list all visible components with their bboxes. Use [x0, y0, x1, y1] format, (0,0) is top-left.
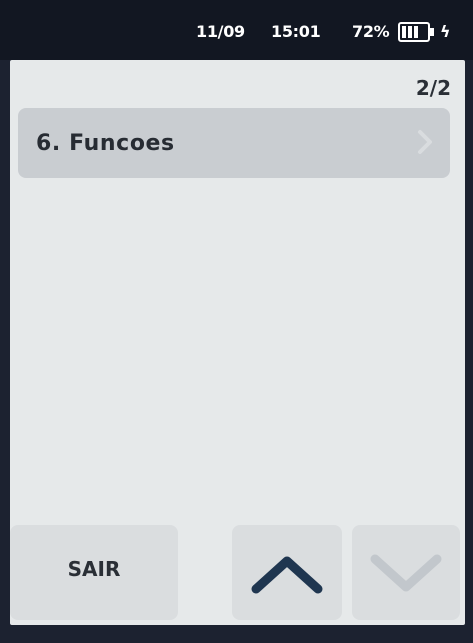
chevron-right-icon	[418, 130, 432, 154]
menu-item-funcoes[interactable]: 6. Funcoes	[18, 108, 450, 178]
chevron-down-icon	[370, 554, 442, 591]
battery-cell	[408, 26, 412, 38]
status-time: 15:01	[271, 22, 321, 41]
scroll-up-button[interactable]	[232, 525, 342, 620]
lightning-icon: ϟ	[440, 22, 451, 41]
exit-button-label: SAIR	[67, 556, 121, 581]
status-bar: 11/09 15:01 72% ϟ	[0, 0, 473, 60]
menu-screen: 2/2 6. Funcoes SAIR	[10, 60, 465, 625]
battery-icon	[398, 22, 434, 42]
page-indicator: 2/2	[415, 76, 451, 100]
chevron-up-icon	[251, 556, 323, 593]
menu-item-label: 6. Funcoes	[36, 130, 175, 156]
scroll-down-button[interactable]	[352, 525, 460, 620]
exit-button[interactable]: SAIR	[10, 525, 178, 620]
battery-cell	[414, 26, 418, 38]
status-date: 11/09	[196, 22, 245, 41]
battery-percentage: 72%	[352, 22, 390, 41]
battery-cell	[402, 26, 406, 38]
battery-cap	[430, 28, 434, 36]
